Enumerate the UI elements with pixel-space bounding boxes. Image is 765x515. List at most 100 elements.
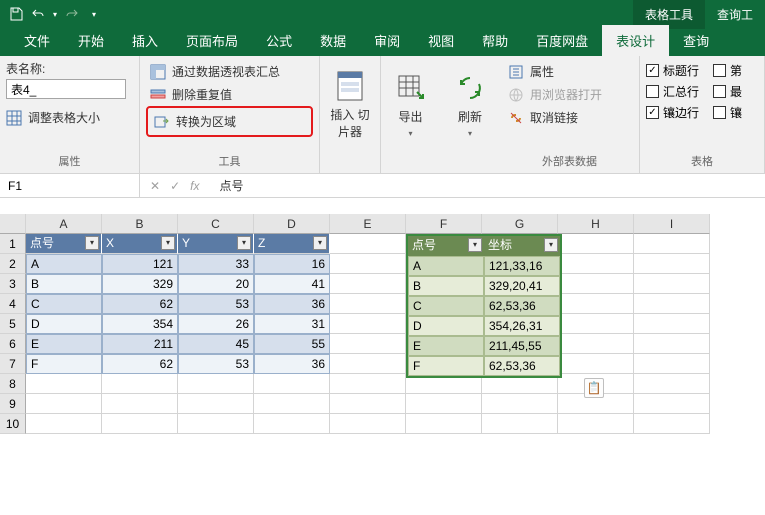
table-name-input[interactable]: [6, 79, 126, 99]
cell[interactable]: [254, 394, 330, 414]
pivot-summary-button[interactable]: 通过数据透视表汇总: [146, 60, 313, 83]
tab-data[interactable]: 数据: [306, 25, 360, 56]
cell[interactable]: [330, 334, 406, 354]
undo-menu[interactable]: ▾: [50, 4, 60, 24]
cell[interactable]: [330, 414, 406, 434]
cell[interactable]: [330, 254, 406, 274]
cell[interactable]: [330, 294, 406, 314]
fx-icon[interactable]: fx: [190, 179, 199, 193]
cell[interactable]: E: [26, 334, 102, 354]
qat-customize[interactable]: ▾: [84, 4, 104, 24]
cell[interactable]: 20: [178, 274, 254, 294]
tab-baidu[interactable]: 百度网盘: [522, 25, 602, 56]
table2-cell[interactable]: 62,53,36: [484, 296, 560, 316]
table2-cell[interactable]: D: [408, 316, 484, 336]
convert-to-range-button[interactable]: 转换为区域: [150, 110, 309, 133]
cell[interactable]: [102, 374, 178, 394]
cell[interactable]: 53: [178, 294, 254, 314]
cell[interactable]: [558, 354, 634, 374]
row-header[interactable]: 3: [0, 274, 26, 294]
cell[interactable]: B: [26, 274, 102, 294]
cell[interactable]: [634, 334, 710, 354]
total-row-checkbox[interactable]: 汇总行: [646, 81, 699, 102]
cell[interactable]: [330, 374, 406, 394]
cell[interactable]: [634, 414, 710, 434]
cell[interactable]: [482, 414, 558, 434]
cell[interactable]: [178, 374, 254, 394]
col-header[interactable]: A: [26, 214, 102, 234]
cell[interactable]: [102, 414, 178, 434]
tab-query[interactable]: 查询: [669, 25, 723, 56]
cell[interactable]: [406, 394, 482, 414]
tab-formulas[interactable]: 公式: [252, 25, 306, 56]
cell[interactable]: [482, 394, 558, 414]
cell[interactable]: D: [26, 314, 102, 334]
undo-icon[interactable]: [28, 4, 48, 24]
tab-home[interactable]: 开始: [64, 25, 118, 56]
cell[interactable]: [330, 314, 406, 334]
table2-cell[interactable]: 121,33,16: [484, 256, 560, 276]
cell[interactable]: 36: [254, 354, 330, 374]
filter-icon[interactable]: ▾: [237, 236, 251, 250]
cell[interactable]: 211: [102, 334, 178, 354]
filter-icon[interactable]: ▾: [85, 236, 99, 250]
row-header[interactable]: 7: [0, 354, 26, 374]
redo-icon[interactable]: [62, 4, 82, 24]
resize-table-button[interactable]: 调整表格大小: [6, 109, 133, 126]
cell[interactable]: [558, 294, 634, 314]
table2-cell[interactable]: E: [408, 336, 484, 356]
cell[interactable]: [558, 334, 634, 354]
cell[interactable]: 26: [178, 314, 254, 334]
cell[interactable]: 16: [254, 254, 330, 274]
remove-duplicates-button[interactable]: 删除重复值: [146, 83, 313, 106]
col-header[interactable]: I: [634, 214, 710, 234]
row-header[interactable]: 2: [0, 254, 26, 274]
cell[interactable]: [330, 354, 406, 374]
table2-header[interactable]: 坐标▾: [484, 236, 560, 256]
save-icon[interactable]: [6, 4, 26, 24]
cell[interactable]: 41: [254, 274, 330, 294]
banded-row-checkbox[interactable]: ✓镶边行: [646, 102, 699, 123]
cell[interactable]: 62: [102, 354, 178, 374]
cell[interactable]: [634, 274, 710, 294]
tab-page-layout[interactable]: 页面布局: [172, 25, 252, 56]
cell[interactable]: 点号▾: [26, 234, 102, 254]
cell[interactable]: [330, 394, 406, 414]
row-header[interactable]: 5: [0, 314, 26, 334]
name-box[interactable]: F1: [0, 174, 140, 197]
enter-icon[interactable]: ✓: [170, 179, 180, 193]
cell[interactable]: 354: [102, 314, 178, 334]
table2-header[interactable]: 点号▾: [408, 236, 484, 256]
cell[interactable]: C: [26, 294, 102, 314]
cell[interactable]: [558, 414, 634, 434]
cancel-icon[interactable]: ✕: [150, 179, 160, 193]
cell[interactable]: 31: [254, 314, 330, 334]
col-header[interactable]: F: [406, 214, 482, 234]
unlink-button[interactable]: 取消链接: [506, 106, 633, 129]
filter-icon[interactable]: ▾: [161, 236, 175, 250]
cell[interactable]: [634, 254, 710, 274]
formula-value[interactable]: 点号: [209, 177, 253, 194]
cell[interactable]: [634, 234, 710, 254]
cell[interactable]: X▾: [102, 234, 178, 254]
table2-cell[interactable]: 62,53,36: [484, 356, 560, 376]
tab-insert[interactable]: 插入: [118, 25, 172, 56]
cell[interactable]: [634, 394, 710, 414]
cell[interactable]: 45: [178, 334, 254, 354]
table2-cell[interactable]: 329,20,41: [484, 276, 560, 296]
cell[interactable]: [558, 254, 634, 274]
cell[interactable]: [634, 294, 710, 314]
col-header[interactable]: B: [102, 214, 178, 234]
row-header[interactable]: 9: [0, 394, 26, 414]
last-col-checkbox[interactable]: 最: [713, 81, 742, 102]
table2-cell[interactable]: 211,45,55: [484, 336, 560, 356]
cell[interactable]: 121: [102, 254, 178, 274]
cell[interactable]: [254, 374, 330, 394]
row-header[interactable]: 10: [0, 414, 26, 434]
row-header[interactable]: 1: [0, 234, 26, 254]
banded-col-checkbox[interactable]: 镶: [713, 102, 742, 123]
first-col-checkbox[interactable]: 第: [713, 60, 742, 81]
table2-cell[interactable]: B: [408, 276, 484, 296]
tab-file[interactable]: 文件: [10, 25, 64, 56]
row-header[interactable]: 8: [0, 374, 26, 394]
